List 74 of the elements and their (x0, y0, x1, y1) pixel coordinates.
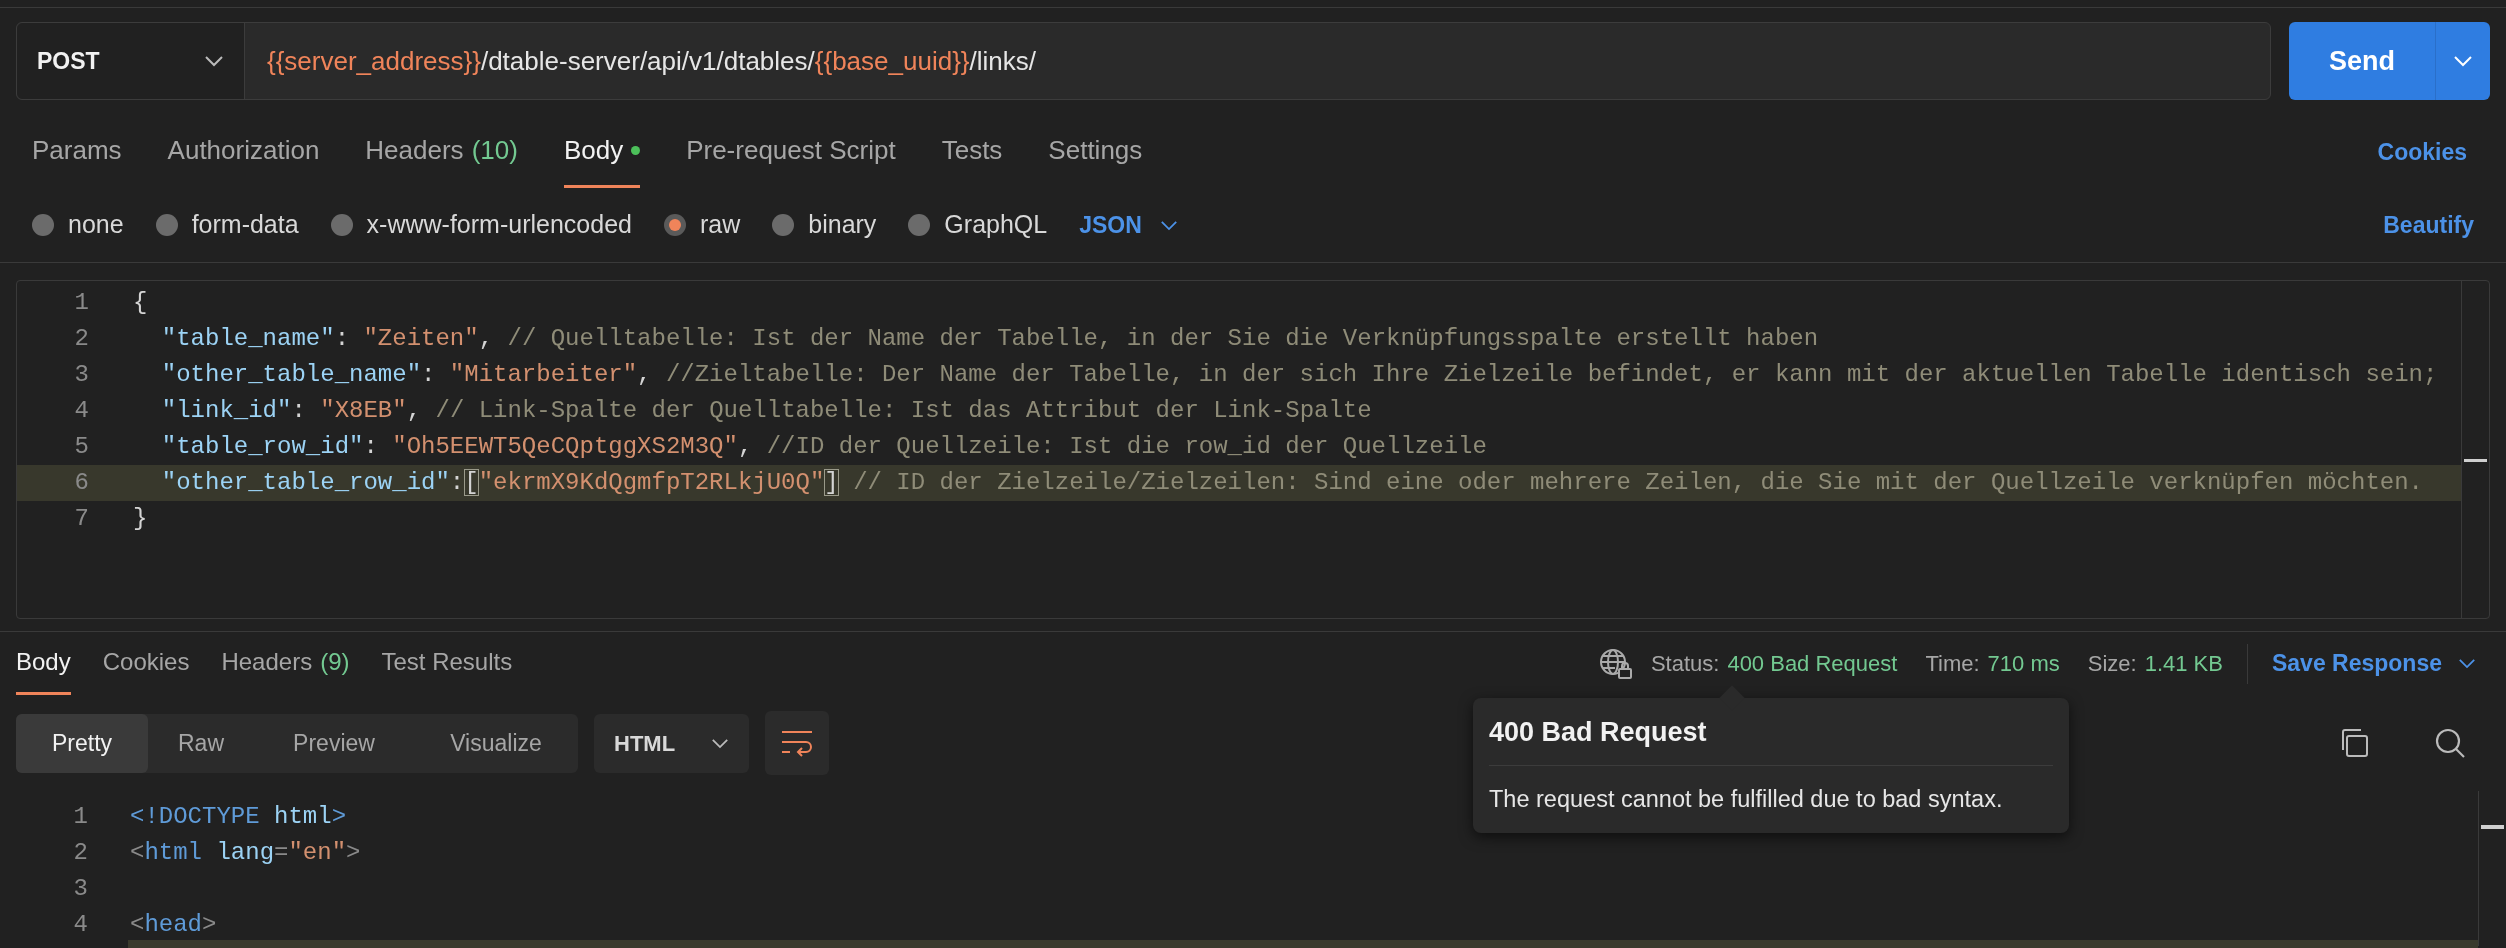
line-number: 3 (72, 874, 88, 904)
wrap-lines-icon (780, 729, 814, 757)
request-tab[interactable]: Authorization (167, 116, 320, 188)
radio-button[interactable] (32, 214, 54, 236)
line-number: 3 (73, 360, 89, 390)
line-number: 2 (72, 838, 88, 868)
line-number: 5 (73, 432, 89, 462)
cookies-link[interactable]: Cookies (2377, 134, 2467, 170)
body-type-radio[interactable]: x-www-form-urlencoded (330, 206, 632, 244)
code-line: { (133, 288, 148, 318)
response-tab[interactable]: Test Results (381, 632, 513, 695)
body-type-radio[interactable]: GraphQL (908, 206, 1048, 244)
format-dropdown[interactable]: HTML (594, 713, 749, 773)
search-icon (2434, 727, 2466, 759)
beautify-link[interactable]: Beautify (2383, 207, 2474, 243)
request-body-editor[interactable] (16, 280, 2490, 619)
request-tab[interactable]: Params (32, 116, 122, 188)
line-number: 6 (73, 468, 89, 498)
tooltip-title: 400 Bad Request (1489, 712, 2053, 766)
body-type-radio[interactable]: raw (663, 206, 741, 244)
line-number: 4 (72, 910, 88, 940)
request-tab[interactable]: Headers (10) (365, 116, 518, 188)
code-line: <html lang="en"> (130, 838, 361, 868)
radio-button[interactable] (330, 214, 353, 236)
view-mode-tab[interactable]: Visualize (414, 713, 578, 773)
method-dropdown[interactable]: POST (17, 23, 245, 99)
radio-button[interactable] (908, 214, 931, 236)
chevron-down-icon (204, 55, 224, 67)
time-label: Time: (1925, 650, 1980, 678)
request-tab[interactable]: Body (563, 116, 641, 188)
code-line: "link_id": "X8EB", // Link-Spalte der Quelltabelle: Ist das Attribut der Link-Spalte (160, 396, 1372, 426)
size-value: 1.41 KB (2144, 650, 2223, 678)
chevron-down-icon (2453, 55, 2473, 67)
status-label: Status: (1650, 650, 1720, 678)
request-tab[interactable]: Settings (1048, 116, 1143, 188)
chevron-down-icon (2458, 658, 2476, 669)
chevron-down-icon (1159, 219, 1178, 231)
line-number: 1 (73, 288, 89, 318)
code-line: "other_table_name": "Mitarbeiter", //Zieltabelle: Der Name der Tabelle, in der sich Ihre Zielzeile befindet, er kann mit der aktuellen Tabelle identisch sein; (160, 360, 2438, 390)
view-mode-tab[interactable]: Preview (254, 713, 414, 773)
body-type-radio[interactable]: form-data (155, 206, 299, 244)
code-line: } (133, 504, 148, 534)
request-tab[interactable]: Pre-request Script (686, 116, 896, 188)
body-format-dropdown[interactable]: JSON (1079, 207, 1178, 243)
line-number: 7 (73, 504, 89, 534)
code-line: "table_row_id": "Oh5EEWT5QeCQptggXS2M3Q", //ID der Quellzeile: Ist die row_id der Quellzeile (160, 432, 1487, 462)
chevron-down-icon (711, 737, 729, 749)
tooltip-text: The request cannot be fulfilled due to bad syntax. (1489, 784, 2004, 814)
code-line: <head> (130, 910, 217, 940)
url-input[interactable]: {{server_address}}/dtable-server/api/v1/dtables/{{base_uuid}}/links/ (245, 23, 2270, 99)
send-button[interactable]: Send (2289, 22, 2436, 100)
size-label: Size: (2087, 650, 2137, 678)
code-line: "table_name": "Zeiten", // Quelltabelle: Ist der Name der Tabelle, in der Sie die Verknüpfungsspalte erstellt haben (160, 324, 1819, 354)
line-number: 4 (73, 396, 89, 426)
wrap-lines-button[interactable] (765, 711, 829, 775)
status-value[interactable]: 400 Bad Request (1727, 647, 1898, 680)
time-value: 710 ms (1987, 650, 2060, 678)
globe-lock-icon (1598, 647, 1633, 680)
line-number: 2 (73, 324, 89, 354)
response-tab[interactable]: Cookies (102, 632, 190, 695)
view-mode-tab[interactable]: Raw (148, 713, 254, 773)
save-response-button[interactable]: Save Response (2271, 646, 2476, 681)
body-type-radio[interactable]: binary (772, 206, 877, 244)
view-mode-tab[interactable]: Pretty (16, 713, 148, 773)
code-line: "other_table_row_id":["ekrmX9KdQgmfpT2RLkjU0Q"] // ID der Zielzeile/Zielzeilen: Sind eine oder mehrere Zeilen, die Sie mit der Quellzeile verknüpfen möchten. (160, 468, 2423, 498)
line-number: 1 (72, 802, 88, 832)
radio-button[interactable] (155, 214, 178, 236)
body-type-radio[interactable]: none (32, 206, 124, 244)
response-tab[interactable]: Headers (9) (221, 632, 350, 695)
response-tab[interactable]: Body (16, 632, 71, 695)
request-tab[interactable]: Tests (941, 116, 1003, 188)
radio-button[interactable] (663, 214, 686, 236)
code-line: <!DOCTYPE html> (130, 802, 347, 832)
radio-button[interactable] (772, 214, 795, 236)
